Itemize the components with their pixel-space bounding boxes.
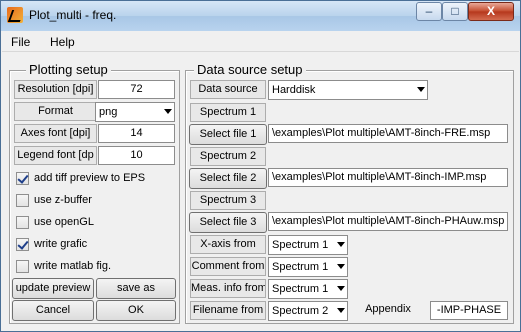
z-buffer-checkbox[interactable]: use z-buffer (16, 192, 176, 210)
checkbox-checked-icon (16, 172, 29, 185)
z-buffer-label: use z-buffer (34, 194, 92, 206)
window-title: Plot_multi - freq. (29, 8, 117, 22)
write-grafic-checkbox[interactable]: write grafic (16, 236, 176, 254)
filename-from-select[interactable]: Spectrum 2 (268, 301, 348, 321)
write-matlab-fig-checkbox[interactable]: write matlab fig. (16, 258, 176, 276)
file-3-path-input[interactable]: \examples\Plot multiple\AMT-8inch-PHAuw.… (268, 212, 508, 231)
chevron-down-icon (337, 308, 345, 313)
x-axis-from-value: Spectrum 1 (272, 239, 329, 251)
title-bar[interactable]: Plot_multi - freq. – □ X (1, 1, 520, 31)
axes-font-input[interactable]: 14 (98, 124, 175, 143)
write-grafic-label: write grafic (34, 238, 88, 250)
x-axis-from-label: X-axis from (190, 235, 266, 254)
write-matlab-fig-label: write matlab fig. (34, 260, 112, 272)
filename-from-label: Filename from (190, 301, 266, 320)
comment-from-select[interactable]: Spectrum 1 (268, 257, 348, 277)
filename-from-value: Spectrum 2 (272, 305, 329, 317)
select-file-3-button[interactable]: Select file 3 (189, 212, 267, 233)
chevron-down-icon (164, 109, 172, 114)
file-2-path-input[interactable]: \examples\Plot multiple\AMT-8inch-IMP.ms… (268, 168, 508, 187)
file-1-path-input[interactable]: \examples\Plot multiple\AMT-8inch-FRE.ms… (268, 124, 508, 143)
maximize-button[interactable]: □ (442, 2, 468, 21)
meas-info-from-value: Spectrum 1 (272, 283, 329, 295)
chevron-down-icon (337, 264, 345, 269)
checkbox-unchecked-icon (16, 216, 29, 229)
plotting-setup-title: Plotting setup (26, 62, 111, 77)
cancel-button[interactable]: Cancel (12, 300, 94, 321)
legend-font-input[interactable]: 10 (98, 146, 175, 165)
comment-from-value: Spectrum 1 (272, 261, 329, 273)
data-source-label: Data source (190, 80, 266, 99)
chevron-down-icon (337, 242, 345, 247)
opengl-checkbox[interactable]: use openGL (16, 214, 176, 232)
meas-info-from-label: Meas. info from (190, 279, 266, 298)
save-as-button[interactable]: save as (96, 278, 176, 299)
appendix-label: Appendix (352, 301, 424, 320)
tiff-preview-label: add tiff preview to EPS (34, 172, 146, 184)
checkbox-unchecked-icon (16, 260, 29, 273)
data-source-panel: Data source setup Data source Harddisk S… (185, 62, 514, 324)
appendix-input[interactable]: -IMP-PHASE (430, 301, 508, 320)
axes-font-label: Axes font [dpi] (14, 124, 97, 143)
minimize-button[interactable]: – (416, 2, 442, 21)
checkbox-checked-icon (16, 238, 29, 251)
menu-file[interactable]: File (11, 35, 30, 49)
x-axis-from-select[interactable]: Spectrum 1 (268, 235, 348, 255)
spectrum-2-header: Spectrum 2 (190, 147, 266, 166)
tiff-preview-checkbox[interactable]: add tiff preview to EPS (16, 170, 176, 188)
close-button[interactable]: X (468, 2, 514, 21)
menu-bar: File Help (2, 31, 519, 52)
format-select-value: png (99, 106, 118, 118)
comment-from-label: Comment from (190, 257, 266, 276)
checkbox-unchecked-icon (16, 194, 29, 207)
data-source-select-value: Harddisk (272, 84, 316, 96)
format-select[interactable]: png (95, 102, 175, 122)
menu-help[interactable]: Help (50, 35, 75, 49)
plotting-setup-panel: Plotting setup Resolution [dpi] 72 Forma… (9, 62, 180, 324)
chevron-down-icon (337, 286, 345, 291)
select-file-2-button[interactable]: Select file 2 (189, 168, 267, 189)
main-window: Plot_multi - freq. – □ X File Help Plott… (0, 0, 521, 332)
update-preview-button[interactable]: update preview (12, 278, 94, 299)
chevron-down-icon (417, 87, 425, 92)
spectrum-3-header: Spectrum 3 (190, 191, 266, 210)
data-source-select[interactable]: Harddisk (268, 80, 428, 100)
legend-font-label: Legend font [dp (14, 146, 97, 165)
resolution-input[interactable]: 72 (98, 80, 175, 99)
opengl-label: use openGL (34, 216, 94, 228)
spectrum-1-header: Spectrum 1 (190, 103, 266, 122)
matlab-app-icon (7, 7, 23, 23)
select-file-1-button[interactable]: Select file 1 (189, 124, 267, 145)
resolution-label: Resolution [dpi] (14, 80, 97, 99)
meas-info-from-select[interactable]: Spectrum 1 (268, 279, 348, 299)
ok-button[interactable]: OK (96, 300, 176, 321)
format-label: Format (14, 102, 97, 121)
data-source-title: Data source setup (194, 62, 306, 77)
